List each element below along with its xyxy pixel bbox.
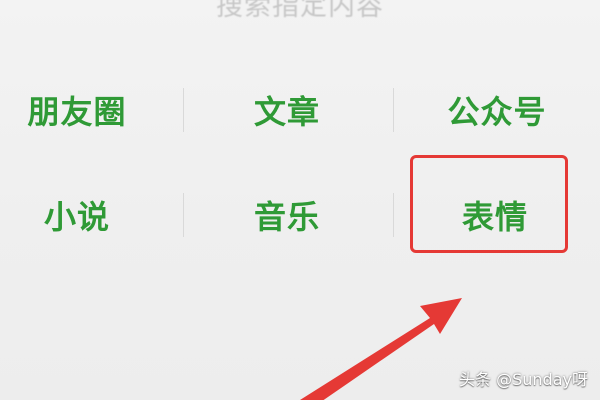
watermark-text: 头条 @Sunday呀 bbox=[459, 370, 588, 389]
pointer-arrow-icon bbox=[300, 298, 462, 400]
search-screen: 搜索指定内容 朋友圈 文章 公众号 小说 音乐 表情 头条 @Sunday呀 bbox=[0, 0, 600, 400]
